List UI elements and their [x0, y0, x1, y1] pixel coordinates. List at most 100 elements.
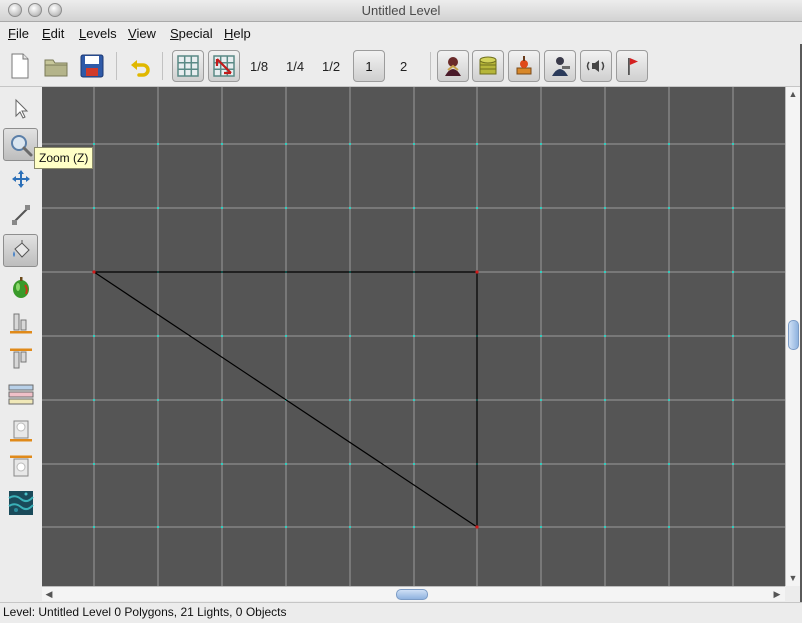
magnifier-icon — [10, 134, 32, 156]
menu-edit[interactable]: Edit — [42, 26, 64, 41]
item-mode-button[interactable] — [472, 50, 504, 82]
grid-intersection-point — [604, 335, 606, 337]
grid-intersection-point — [668, 335, 670, 337]
zoom-one-quarter-button[interactable]: 1/4 — [286, 59, 304, 74]
menu-help-mnemonic: H — [224, 26, 234, 41]
goal-flag-button[interactable] — [616, 50, 648, 82]
grid-intersection-point — [93, 399, 95, 401]
zoom-tooltip: Zoom (Z) — [34, 147, 94, 169]
line-tool-button[interactable] — [3, 198, 38, 231]
save-file-button[interactable] — [76, 50, 108, 82]
grid-intersection-point — [93, 463, 95, 465]
floor-light-tool-button[interactable] — [3, 414, 38, 447]
grid-intersection-point — [285, 526, 287, 528]
polygon-vertex[interactable] — [475, 270, 479, 274]
texture-tool-button[interactable] — [3, 378, 38, 411]
new-file-button[interactable] — [4, 50, 36, 82]
ceiling-light-icon — [9, 455, 32, 476]
open-file-button[interactable] — [40, 50, 72, 82]
horizontal-scrollbar[interactable]: ◀ ▶ — [42, 586, 785, 601]
object-tool-button[interactable] — [3, 270, 38, 303]
pan-tool-button[interactable] — [3, 162, 38, 195]
scroll-up-icon[interactable]: ▲ — [786, 87, 800, 101]
grid-intersection-point — [732, 271, 734, 273]
level-map-canvas[interactable] — [42, 87, 785, 586]
monster-mode-button[interactable] — [437, 50, 469, 82]
texture-stripes-icon — [8, 384, 33, 404]
grid-intersection-point — [157, 463, 159, 465]
grid-intersection-point — [604, 207, 606, 209]
menu-levels[interactable]: Levels — [79, 26, 117, 41]
grid-intersection-point — [413, 399, 415, 401]
ceiling-height-icon — [9, 348, 32, 368]
grid-intersection-point — [540, 526, 542, 528]
zoom-one-label: 1 — [365, 58, 373, 74]
snap-to-grid-button[interactable] — [208, 50, 240, 82]
grid-intersection-point — [540, 207, 542, 209]
grid-intersection-point — [285, 143, 287, 145]
ceiling-light-tool-button[interactable] — [3, 450, 38, 483]
menu-view[interactable]: View — [128, 26, 156, 41]
zoom-one-button[interactable]: 1 — [353, 50, 385, 82]
grid-intersection-point — [221, 335, 223, 337]
grid-intersection-point — [285, 335, 287, 337]
grid-intersection-point — [540, 143, 542, 145]
grid-intersection-point — [93, 207, 95, 209]
status-bar: Level: Untitled Level 0 Polygons, 21 Lig… — [0, 602, 802, 623]
select-tool-button[interactable] — [3, 92, 38, 125]
horizontal-scroll-thumb[interactable] — [396, 589, 428, 600]
scroll-down-icon[interactable]: ▼ — [786, 571, 800, 585]
grid-intersection-point — [732, 143, 734, 145]
show-grid-button[interactable] — [172, 50, 204, 82]
menu-edit-label: dit — [50, 26, 65, 41]
vertical-scroll-thumb[interactable] — [788, 320, 799, 350]
grid-intersection-point — [285, 463, 287, 465]
sound-mode-button[interactable] — [580, 50, 612, 82]
menu-file[interactable]: File — [8, 26, 29, 41]
undo-button[interactable] — [124, 50, 156, 82]
map-grid[interactable] — [42, 87, 785, 586]
grid-intersection-point — [476, 143, 478, 145]
grid-intersection-point — [285, 207, 287, 209]
grid-intersection-point — [221, 463, 223, 465]
menu-special-mnemonic: S — [170, 26, 179, 41]
grid-intersection-point — [413, 335, 415, 337]
window-title: Untitled Level — [361, 3, 441, 18]
grid-intersection-point — [349, 399, 351, 401]
grid-intersection-point — [93, 526, 95, 528]
grid-intersection-point — [604, 271, 606, 273]
scroll-left-icon[interactable]: ◀ — [42, 587, 56, 601]
new-file-icon — [11, 53, 29, 79]
grid-intersection-point — [349, 463, 351, 465]
zoom-tool-button[interactable] — [3, 128, 38, 161]
fill-tool-button[interactable] — [3, 234, 38, 267]
toolbar: 1/8 1/4 1/2 1 2 — [0, 44, 802, 87]
grid-icon — [177, 55, 199, 77]
grid-intersection-point — [668, 526, 670, 528]
zoom-one-eighth-button[interactable]: 1/8 — [250, 59, 268, 74]
grid-intersection-point — [157, 143, 159, 145]
polygon-vertex[interactable] — [92, 270, 96, 274]
vertical-scrollbar[interactable]: ▲ ▼ — [785, 87, 800, 586]
scenery-mode-button[interactable] — [508, 50, 540, 82]
grid-intersection-point — [413, 143, 415, 145]
grid-intersection-point — [221, 207, 223, 209]
grid-intersection-point — [221, 399, 223, 401]
ceiling-height-tool-button[interactable] — [3, 342, 38, 375]
open-folder-icon — [44, 59, 68, 77]
grid-intersection-point — [668, 399, 670, 401]
zoom-two-button[interactable]: 2 — [400, 59, 407, 74]
scenery-icon — [516, 56, 532, 75]
scroll-right-icon[interactable]: ▶ — [770, 587, 784, 601]
polygon-vertex[interactable] — [475, 525, 479, 529]
player-mode-button[interactable] — [544, 50, 576, 82]
paint-bucket-icon — [12, 239, 30, 258]
undo-arrow-icon — [131, 60, 150, 77]
grid-intersection-point — [476, 207, 478, 209]
floor-height-tool-button[interactable] — [3, 306, 38, 339]
menu-special[interactable]: Special — [170, 26, 213, 41]
grid-intersection-point — [540, 335, 542, 337]
media-tool-button[interactable] — [3, 486, 38, 519]
zoom-one-half-button[interactable]: 1/2 — [322, 59, 340, 74]
menu-help[interactable]: Help — [224, 26, 251, 41]
